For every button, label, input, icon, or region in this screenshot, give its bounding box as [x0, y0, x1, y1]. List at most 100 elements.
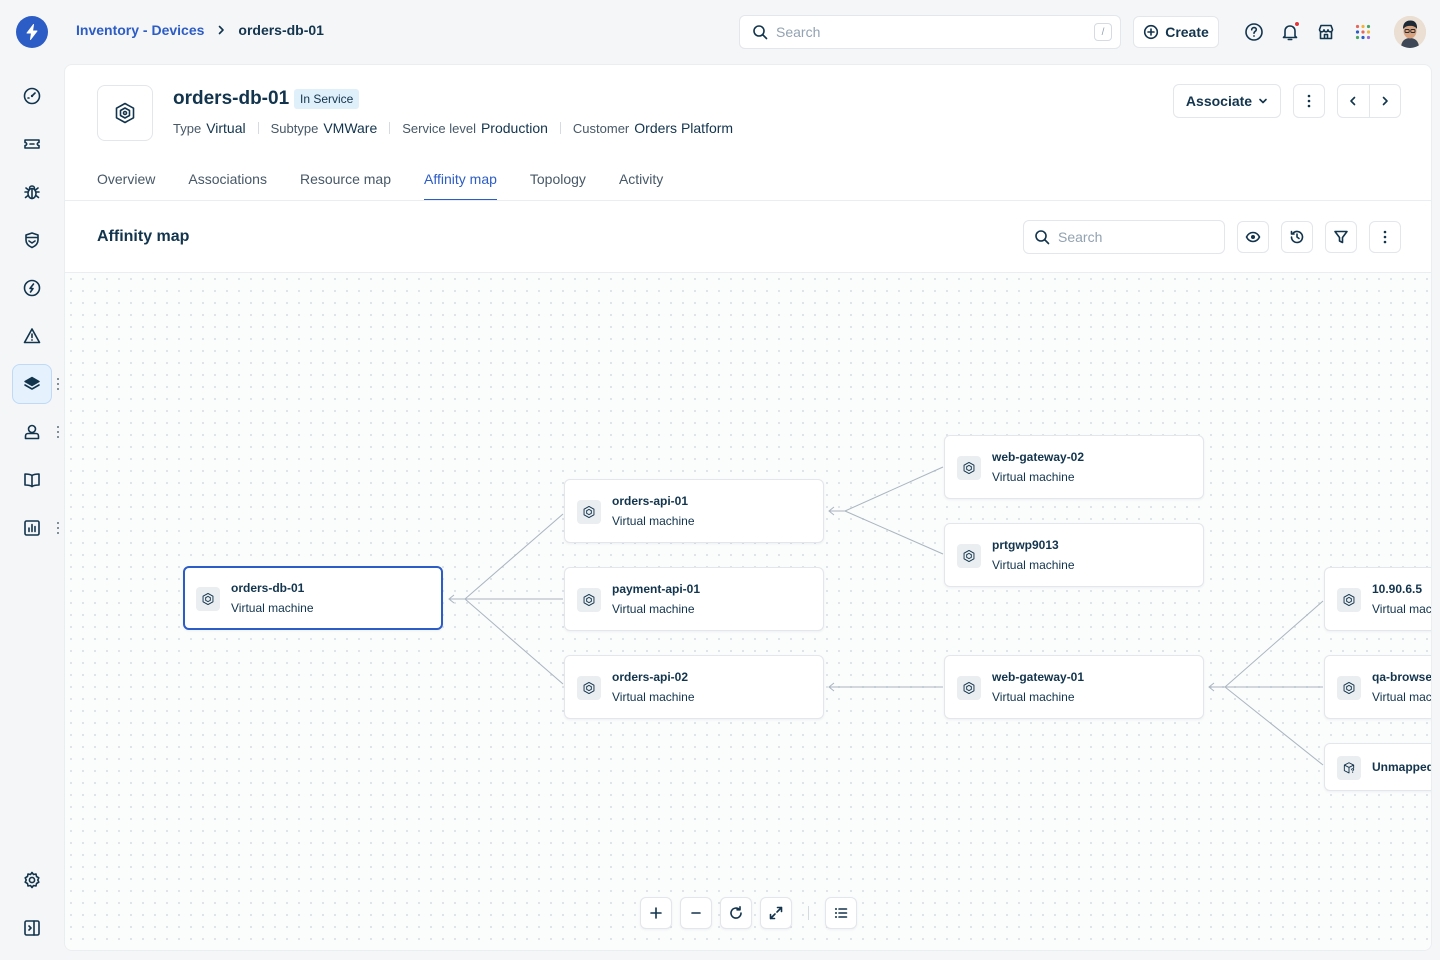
breadcrumb-parent-link[interactable]: Inventory - Devices: [76, 22, 204, 38]
rail-collapse[interactable]: [12, 908, 52, 948]
help-icon[interactable]: [1242, 20, 1266, 44]
next-record-button[interactable]: [1370, 85, 1401, 117]
map-node-web-gateway-02[interactable]: web-gateway-02 Virtual machine: [944, 435, 1204, 499]
edge: [464, 598, 564, 685]
record-navigation: [1337, 84, 1401, 118]
panel-title: Affinity map: [97, 228, 190, 245]
tab-overview[interactable]: Overview: [97, 169, 155, 201]
node-name: web-gateway-01: [992, 670, 1085, 684]
map-node-orders-api-01[interactable]: orders-api-01 Virtual machine: [564, 479, 824, 543]
global-search-input[interactable]: Search /: [739, 15, 1121, 49]
rail-contacts[interactable]: [12, 412, 52, 452]
prop-subtype-value: VMWare: [323, 120, 378, 136]
eye-icon: [1245, 231, 1261, 243]
associate-button[interactable]: Associate: [1173, 84, 1281, 118]
map-node-orders-db-01[interactable]: orders-db-01 Virtual machine: [183, 566, 443, 630]
page-title: orders-db-01: [173, 88, 290, 109]
node-type: Virtual machine: [612, 690, 695, 704]
previous-record-button[interactable]: [1338, 85, 1370, 117]
apps-grid-icon[interactable]: [1351, 20, 1375, 44]
history-icon: [1290, 230, 1304, 244]
collapse-sidebar-icon: [24, 920, 40, 936]
edge: [464, 513, 564, 600]
toolbar-divider: [808, 906, 809, 920]
rail-problems[interactable]: [12, 172, 52, 212]
node-name: Unmapped: [1372, 760, 1431, 774]
map-node-qa-browser[interactable]: qa-browser Virtual machine: [1324, 655, 1431, 719]
user-avatar[interactable]: [1394, 16, 1426, 48]
map-node-10-90-6-5[interactable]: 10.90.6.5 Virtual machine: [1324, 567, 1431, 631]
breadcrumb: Inventory - Devices orders-db-01: [76, 22, 324, 38]
tab-activity[interactable]: Activity: [619, 169, 663, 201]
tab-resource-map[interactable]: Resource map: [300, 169, 391, 201]
view-options-button[interactable]: [1237, 221, 1269, 253]
filter-icon: [1334, 230, 1348, 244]
map-more-button[interactable]: [1369, 221, 1401, 253]
history-button[interactable]: [1281, 221, 1313, 253]
node-name: orders-api-02: [612, 670, 689, 684]
rail-contacts-more-icon[interactable]: [55, 426, 61, 438]
more-actions-button[interactable]: [1293, 84, 1325, 118]
map-node-orders-api-02[interactable]: orders-api-02 Virtual machine: [564, 655, 824, 719]
tab-associations[interactable]: Associations: [188, 169, 267, 201]
create-label: Create: [1165, 24, 1209, 40]
map-node-payment-api-01[interactable]: payment-api-01 Virtual machine: [564, 567, 824, 631]
zoom-in-button[interactable]: [640, 897, 672, 929]
create-button[interactable]: Create: [1133, 16, 1219, 48]
bell-icon[interactable]: [1278, 20, 1302, 44]
rail-dashboard[interactable]: [12, 76, 52, 116]
prop-service-level-key: Service level: [402, 120, 476, 136]
app-logo-icon[interactable]: [16, 16, 48, 48]
zoom-out-button[interactable]: [680, 897, 712, 929]
chevron-right-icon: [1382, 96, 1388, 106]
marketplace-icon[interactable]: [1314, 20, 1338, 44]
virtual-machine-icon: [577, 588, 601, 612]
search-placeholder: Search: [776, 24, 821, 40]
affinity-map-canvas[interactable]: orders-db-01 Virtual machine orders-api-…: [65, 273, 1431, 950]
edge: [1224, 686, 1324, 766]
rail-solutions[interactable]: [12, 460, 52, 500]
rail-tickets[interactable]: [12, 124, 52, 164]
rail-inventory[interactable]: [12, 364, 52, 404]
legend-button[interactable]: [825, 897, 857, 929]
alert-icon: [23, 328, 41, 344]
node-type: Virtual machine: [992, 690, 1075, 704]
contacts-icon: [24, 424, 40, 440]
node-name: orders-db-01: [231, 581, 305, 595]
rail-changes[interactable]: [12, 220, 52, 260]
map-search-input[interactable]: Search: [1023, 220, 1225, 254]
node-name: orders-api-01: [612, 494, 689, 508]
map-node-web-gateway-01[interactable]: web-gateway-01 Virtual machine: [944, 655, 1204, 719]
node-name: web-gateway-02: [992, 450, 1085, 464]
node-name: 10.90.6.5: [1372, 582, 1423, 596]
edge: [1224, 600, 1324, 688]
fullscreen-button[interactable]: [760, 897, 792, 929]
rail-alerts[interactable]: [12, 316, 52, 356]
prop-service-level-value: Production: [480, 120, 548, 136]
top-bar: Inventory - Devices orders-db-01 Search …: [0, 0, 1440, 64]
prop-divider: [257, 122, 259, 134]
zoom-in-icon: [650, 907, 662, 919]
filter-button[interactable]: [1325, 221, 1357, 253]
rail-settings[interactable]: [12, 860, 52, 900]
compass-icon: [23, 279, 41, 297]
tab-affinity-map[interactable]: Affinity map: [424, 169, 497, 201]
map-node-prtgwp9013[interactable]: prtgwp9013 Virtual machine: [944, 523, 1204, 587]
map-node-unmapped[interactable]: Unmapped: [1324, 743, 1431, 791]
tabs-divider: [65, 200, 1431, 201]
reset-icon: [730, 906, 742, 919]
prop-subtype-key: Subtype: [270, 120, 319, 136]
prop-divider: [389, 122, 391, 134]
virtual-machine-icon: [1337, 676, 1361, 700]
rail-reports-more-icon[interactable]: [55, 522, 61, 534]
status-badge: In Service: [294, 89, 360, 109]
entity-properties: Type Virtual Subtype VMWare Service leve…: [173, 120, 733, 136]
rail-inventory-more-icon[interactable]: [55, 378, 61, 390]
node-type: Virtual machine: [992, 470, 1075, 484]
rail-releases[interactable]: [12, 268, 52, 308]
reset-view-button[interactable]: [720, 897, 752, 929]
tab-topology[interactable]: Topology: [530, 169, 586, 201]
inventory-layers-icon: [24, 376, 40, 390]
rail-reports[interactable]: [12, 508, 52, 548]
prop-customer-key: Customer: [572, 120, 630, 136]
